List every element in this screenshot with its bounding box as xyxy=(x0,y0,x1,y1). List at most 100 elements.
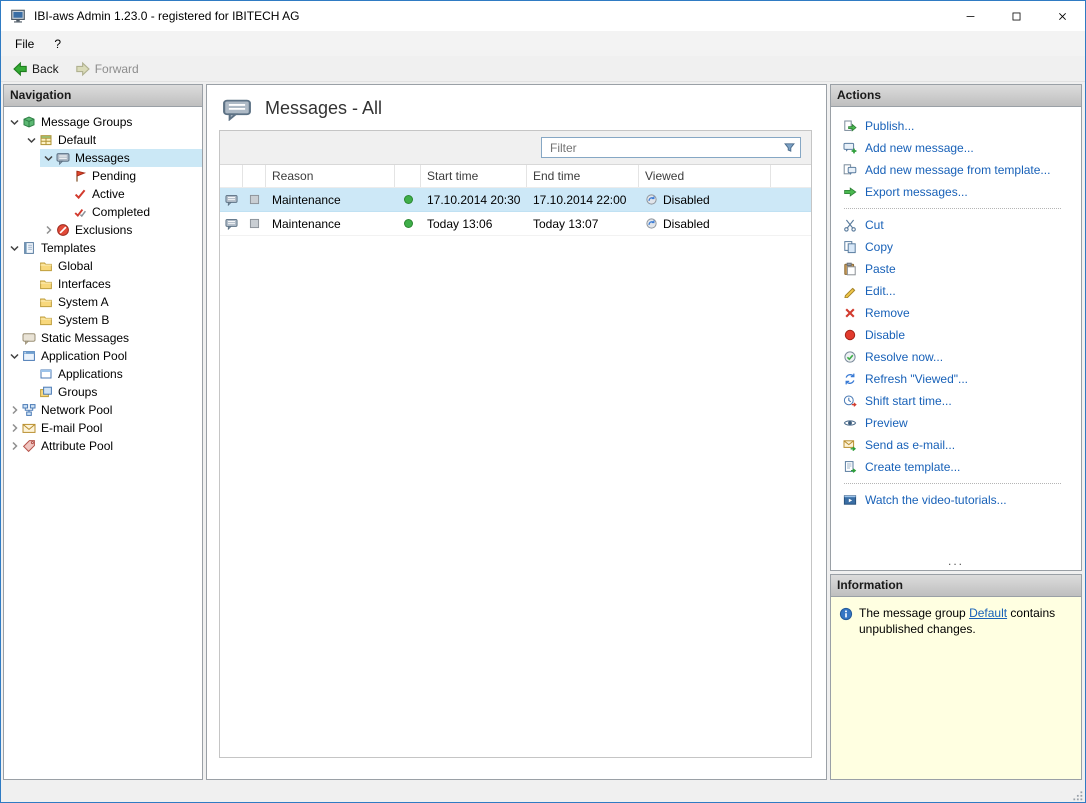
action-label: Publish... xyxy=(865,119,915,133)
tree-item-interfaces[interactable]: Interfaces xyxy=(23,275,202,293)
action-shift-start-time[interactable]: Shift start time... xyxy=(842,390,1075,412)
tree-item-label: System A xyxy=(58,295,109,309)
column-header-icon[interactable] xyxy=(243,165,266,187)
table-empty-area xyxy=(220,236,811,757)
filter-icon[interactable] xyxy=(783,141,796,154)
info-text: The message group Default contains unpub… xyxy=(859,606,1073,637)
action-copy[interactable]: Copy xyxy=(842,236,1075,258)
viewed-cell: Disabled xyxy=(639,217,771,231)
tree-item-system-a[interactable]: System A xyxy=(23,293,202,311)
content-area: Navigation Message Groups Default Messages… xyxy=(1,82,1085,789)
action-send-as-e-mail[interactable]: Send as e-mail... xyxy=(842,434,1075,456)
maximize-icon xyxy=(1011,11,1022,22)
viewed-cell: Disabled xyxy=(639,193,771,207)
action-add-new-message-from-template[interactable]: Add new message from template... xyxy=(842,159,1075,181)
app-window: IBI-aws Admin 1.23.0 - registered for IB… xyxy=(0,0,1086,803)
tree-item-static-messages[interactable]: Static Messages xyxy=(6,329,202,347)
column-header-start-time[interactable]: Start time xyxy=(421,165,527,187)
actions-overflow[interactable]: ... xyxy=(831,554,1081,570)
tree-item-e-mail-pool[interactable]: E-mail Pool xyxy=(6,419,202,437)
action-edit[interactable]: Edit... xyxy=(842,280,1075,302)
viewed-icon xyxy=(645,217,658,230)
action-create-template[interactable]: Create template... xyxy=(842,456,1075,478)
tree-item-messages[interactable]: Messages xyxy=(40,149,202,167)
tree-item-message-groups[interactable]: Message Groups xyxy=(6,113,202,131)
default-group-link[interactable]: Default xyxy=(969,606,1007,620)
action-remove[interactable]: Remove xyxy=(842,302,1075,324)
action-label: Preview xyxy=(865,416,908,430)
tree-item-application-pool[interactable]: Application Pool xyxy=(6,347,202,365)
folder-icon xyxy=(39,277,55,291)
action-publish[interactable]: Publish... xyxy=(842,115,1075,137)
folder-icon xyxy=(39,295,55,309)
action-export-messages[interactable]: Export messages... xyxy=(842,181,1075,203)
expander-down-icon[interactable] xyxy=(6,243,22,254)
filter-input[interactable] xyxy=(548,139,783,156)
tree-item-label: Completed xyxy=(92,205,151,219)
column-header-end-time[interactable]: End time xyxy=(527,165,639,187)
message-state-icon xyxy=(243,193,266,206)
expander-down-icon[interactable] xyxy=(23,135,39,146)
tree-item-default[interactable]: Default xyxy=(23,131,202,149)
column-header-icon[interactable] xyxy=(395,165,421,187)
templates-icon xyxy=(22,241,38,255)
tree-item-global[interactable]: Global xyxy=(23,257,202,275)
back-button[interactable]: Back xyxy=(5,59,66,79)
expander-right-icon[interactable] xyxy=(40,225,56,236)
action-add-new-message[interactable]: Add new message... xyxy=(842,137,1075,159)
tree-item-applications[interactable]: Applications xyxy=(23,365,202,383)
tree-item-completed[interactable]: Completed xyxy=(57,203,202,221)
tree-item-label: E-mail Pool xyxy=(41,421,103,435)
action-cut[interactable]: Cut xyxy=(842,214,1075,236)
tree-item-label: Exclusions xyxy=(75,223,133,237)
tree-item-label: Default xyxy=(58,133,97,147)
send-email-icon xyxy=(842,438,858,452)
resize-grip[interactable] xyxy=(1071,789,1084,802)
forward-button[interactable]: Forward xyxy=(68,59,146,79)
tree-item-groups[interactable]: Groups xyxy=(23,383,202,401)
tree-item-active[interactable]: Active xyxy=(57,185,202,203)
expander-down-icon[interactable] xyxy=(6,117,22,128)
remove-icon xyxy=(842,306,858,320)
expander-right-icon[interactable] xyxy=(6,441,22,452)
menu-file[interactable]: File xyxy=(5,31,44,56)
action-refresh-viewed[interactable]: Refresh "Viewed"... xyxy=(842,368,1075,390)
tree-item-templates[interactable]: Templates xyxy=(6,239,202,257)
application-pool-icon xyxy=(22,349,38,363)
action-label: Remove xyxy=(865,306,910,320)
menu-help[interactable]: ? xyxy=(44,31,71,56)
forward-icon xyxy=(75,61,91,77)
tree-item-exclusions[interactable]: Exclusions xyxy=(40,221,202,239)
static-messages-icon xyxy=(22,331,38,345)
expander-down-icon[interactable] xyxy=(40,153,56,164)
message-row[interactable]: Maintenance 17.10.2014 20:30 17.10.2014 22… xyxy=(220,188,811,212)
action-preview[interactable]: Preview xyxy=(842,412,1075,434)
forward-label: Forward xyxy=(94,61,139,76)
tree-item-system-b[interactable]: System B xyxy=(23,311,202,329)
tree-item-label: Active xyxy=(92,187,125,201)
column-header-viewed[interactable]: Viewed xyxy=(639,165,771,187)
expander-down-icon[interactable] xyxy=(6,351,22,362)
action-paste[interactable]: Paste xyxy=(842,258,1075,280)
action-disable[interactable]: Disable xyxy=(842,324,1075,346)
completed-icon xyxy=(73,205,89,219)
cut-icon xyxy=(842,218,858,232)
message-row[interactable]: Maintenance Today 13:06 Today 13:07 Disable… xyxy=(220,212,811,236)
create-template-icon xyxy=(842,460,858,474)
email-pool-icon xyxy=(22,421,38,435)
column-header-icon[interactable] xyxy=(220,165,243,187)
right-column: Actions Publish... Add new message... Add … xyxy=(830,84,1082,780)
information-content: The message group Default contains unpub… xyxy=(831,597,1081,779)
maximize-button[interactable] xyxy=(993,1,1039,31)
expander-right-icon[interactable] xyxy=(6,423,22,434)
action-label: Disable xyxy=(865,328,906,342)
action-watch-the-video-tutorials[interactable]: Watch the video-tutorials... xyxy=(842,489,1075,511)
expander-right-icon[interactable] xyxy=(6,405,22,416)
close-button[interactable] xyxy=(1039,1,1085,31)
column-header-reason[interactable]: Reason xyxy=(266,165,395,187)
tree-item-attribute-pool[interactable]: Attribute Pool xyxy=(6,437,202,455)
minimize-button[interactable] xyxy=(947,1,993,31)
tree-item-pending[interactable]: Pending xyxy=(57,167,202,185)
action-resolve-now[interactable]: Resolve now... xyxy=(842,346,1075,368)
tree-item-network-pool[interactable]: Network Pool xyxy=(6,401,202,419)
